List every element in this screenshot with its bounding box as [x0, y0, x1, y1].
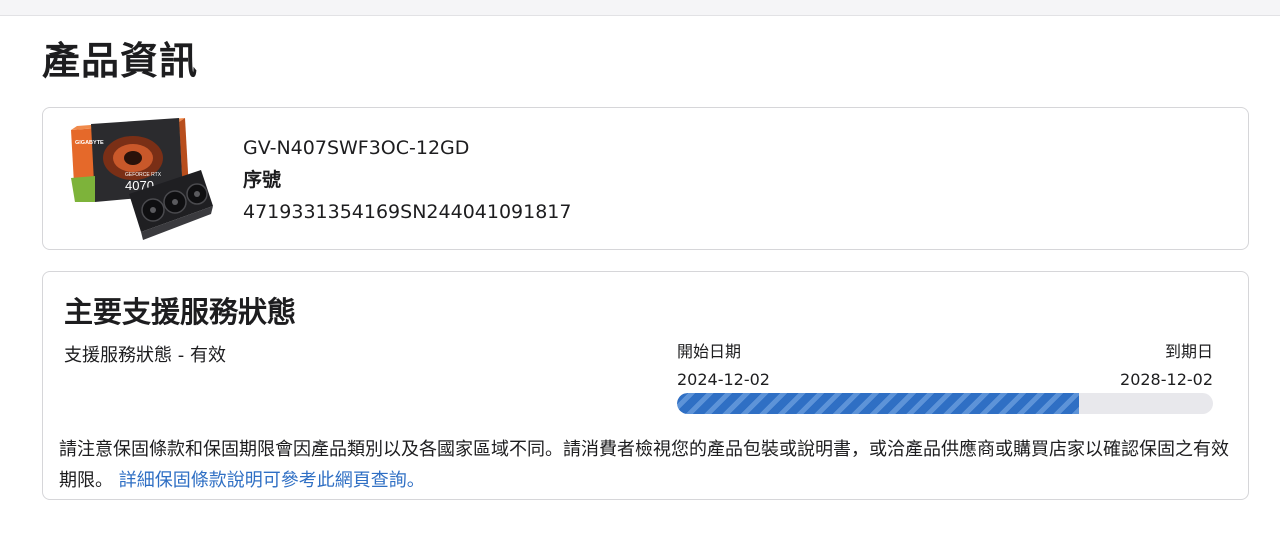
serial-label: 序號	[243, 169, 282, 191]
support-title: 主要支援服務狀態	[64, 295, 297, 329]
end-date-block: 到期日 2028-12-02	[1120, 340, 1213, 392]
start-date-block: 開始日期 2024-12-02	[677, 340, 770, 392]
warranty-progress-bar	[677, 393, 1213, 414]
product-info: GV-N407SWF3OC-12GD 序號 4719331354169SN244…	[243, 132, 571, 228]
product-card: GIGABYTE GEFORCE RTX 4070 GV-N407SWF3OC-…	[42, 107, 1249, 250]
page-title: 產品資訊	[42, 39, 199, 83]
start-date-label: 開始日期	[677, 342, 742, 361]
product-model: GV-N407SWF3OC-12GD	[243, 137, 470, 159]
warranty-progress-fill	[677, 393, 1079, 414]
support-card: 主要支援服務狀態 支援服務狀態 - 有效 開始日期 2024-12-02 到期日…	[42, 271, 1249, 500]
product-image: GIGABYTE GEFORCE RTX 4070	[71, 118, 213, 240]
end-date-label: 到期日	[1164, 342, 1213, 361]
warranty-notice: 請注意保固條款和保固期限會因產品類別以及各國家區域不同。請消費者檢視您的產品包裝…	[59, 434, 1244, 496]
end-date-value: 2028-12-02	[1120, 370, 1213, 389]
start-date-value: 2024-12-02	[677, 370, 770, 389]
top-bar	[0, 0, 1280, 16]
support-status: 支援服務狀態 - 有效	[64, 345, 226, 366]
svg-text:GIGABYTE: GIGABYTE	[75, 140, 104, 146]
warranty-terms-link[interactable]: 詳細保固條款說明可參考此網頁查詢。	[119, 470, 425, 491]
serial-number: 4719331354169SN244041091817	[243, 201, 572, 223]
